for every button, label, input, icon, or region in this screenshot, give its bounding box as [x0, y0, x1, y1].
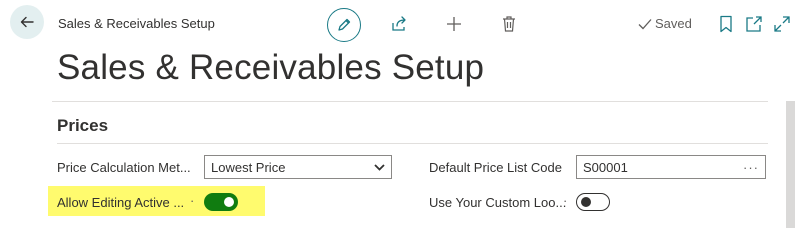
- open-new-window-icon: [746, 16, 762, 32]
- chevron-down-icon: [374, 163, 385, 171]
- default-price-list-code-value: S00001: [583, 159, 628, 175]
- open-new-window-button[interactable]: [744, 14, 764, 34]
- scrollbar[interactable]: [786, 101, 795, 228]
- expand-icon: [774, 16, 790, 32]
- price-calculation-method-value: Lowest Price: [211, 159, 286, 175]
- field-dots: ·: [190, 193, 195, 208]
- trash-icon: [503, 16, 515, 32]
- share-button[interactable]: [389, 14, 409, 34]
- ellipsis-icon[interactable]: ···: [743, 160, 759, 175]
- default-price-list-code-label: Default Price List Code: [429, 160, 562, 175]
- section-divider: [57, 143, 768, 144]
- delete-button[interactable]: [499, 14, 519, 34]
- use-custom-lookup-toggle[interactable]: [576, 193, 610, 211]
- saved-label: Saved: [655, 16, 692, 31]
- breadcrumb: Sales & Receivables Setup: [58, 16, 215, 31]
- new-button[interactable]: [444, 14, 464, 34]
- page-title: Sales & Receivables Setup: [57, 48, 485, 87]
- edit-button[interactable]: [327, 8, 361, 42]
- check-icon: [638, 18, 652, 29]
- field-dots: ·: [563, 193, 568, 208]
- expand-button[interactable]: [772, 14, 792, 34]
- default-price-list-code-field[interactable]: S00001 ···: [576, 155, 766, 179]
- bookmark-icon: [720, 15, 732, 33]
- pencil-icon: [338, 18, 351, 31]
- saved-status: Saved: [638, 16, 692, 31]
- allow-editing-active-price-label: Allow Editing Active ...: [57, 195, 185, 210]
- bookmark-button[interactable]: [716, 14, 736, 34]
- back-button[interactable]: [10, 5, 44, 39]
- back-arrow-icon: [20, 16, 34, 28]
- allow-editing-active-price-toggle[interactable]: [204, 193, 238, 211]
- use-custom-lookup-label: Use Your Custom Loo...: [429, 195, 567, 210]
- price-calculation-method-select[interactable]: Lowest Price: [204, 155, 392, 179]
- plus-icon: [447, 17, 461, 31]
- section-title-prices: Prices: [57, 116, 109, 135]
- title-divider: [52, 101, 768, 102]
- toggle-knob: [581, 197, 591, 207]
- toggle-knob: [224, 197, 234, 207]
- price-calculation-method-label: Price Calculation Met...: [57, 160, 191, 175]
- share-icon: [392, 16, 406, 31]
